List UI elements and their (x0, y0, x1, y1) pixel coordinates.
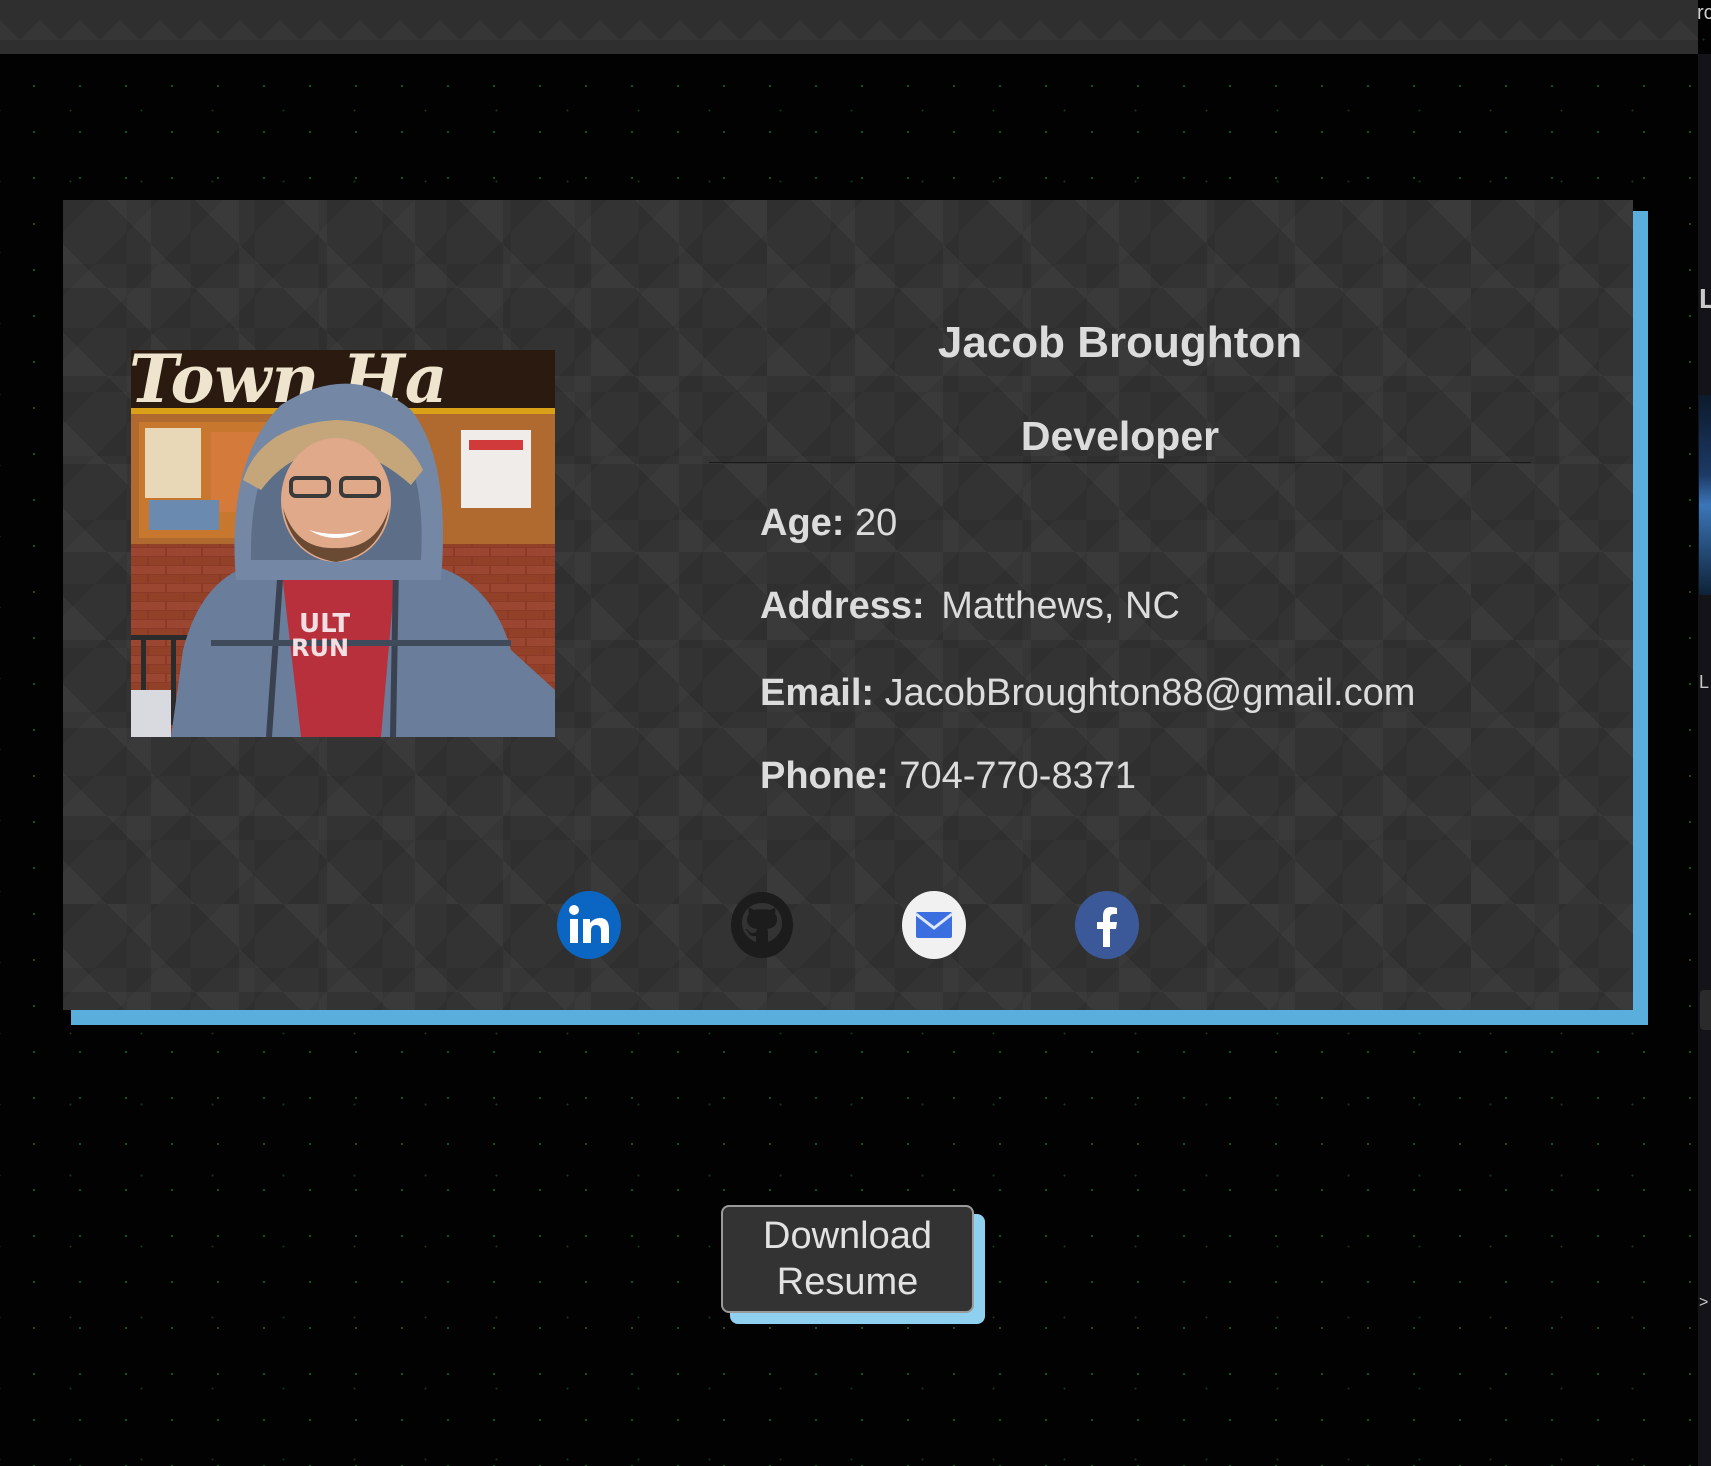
edge-text-top: rc (1697, 2, 1711, 24)
header-divider (709, 462, 1531, 463)
email-label: Email: (760, 672, 875, 714)
download-label-line2: Resume (776, 1261, 919, 1303)
age-row: Age: 20 (760, 502, 897, 545)
phone-label: Phone: (760, 755, 889, 797)
address-row: Address: Matthews, NC (760, 585, 1180, 628)
facebook-icon (1097, 907, 1117, 947)
email-value: JacobBroughton88@gmail.com (884, 672, 1416, 714)
age-label: Age: (760, 502, 845, 544)
svg-text:RUN: RUN (291, 634, 349, 662)
profile-photo: Town Ha ULT RUN (131, 350, 555, 737)
edge-image (1699, 395, 1711, 595)
address-label: Address: (760, 585, 925, 627)
edge-scroll-tab (1700, 990, 1711, 1030)
email-row: Email: JacobBroughton88@gmail.com (760, 672, 1415, 715)
download-label-line1: Download (763, 1215, 932, 1257)
adjacent-section-edge (1698, 54, 1711, 1466)
linkedin-link[interactable] (557, 891, 621, 959)
age-value: 20 (855, 502, 898, 544)
previous-section-strip (0, 0, 1698, 54)
edge-text: > (1699, 1294, 1709, 1311)
address-value: Matthews, NC (941, 585, 1180, 627)
mail-icon (915, 912, 953, 938)
edge-text: L (1699, 672, 1710, 692)
email-link[interactable] (902, 891, 966, 959)
download-resume-button[interactable]: Download Resume (721, 1205, 974, 1313)
github-link[interactable] (730, 891, 794, 959)
linkedin-icon (569, 905, 609, 943)
facebook-link[interactable] (1075, 891, 1139, 959)
phone-row: Phone: 704-770-8371 (760, 755, 1136, 798)
github-icon (731, 892, 793, 958)
edge-text: L (1699, 283, 1711, 314)
phone-value: 704-770-8371 (899, 755, 1136, 797)
profile-role: Developer (1020, 413, 1220, 459)
page-background: rc L L > Town Ha ULT RUN Jacob Broughton… (0, 0, 1711, 1466)
profile-name: Jacob Broughton (937, 318, 1303, 367)
